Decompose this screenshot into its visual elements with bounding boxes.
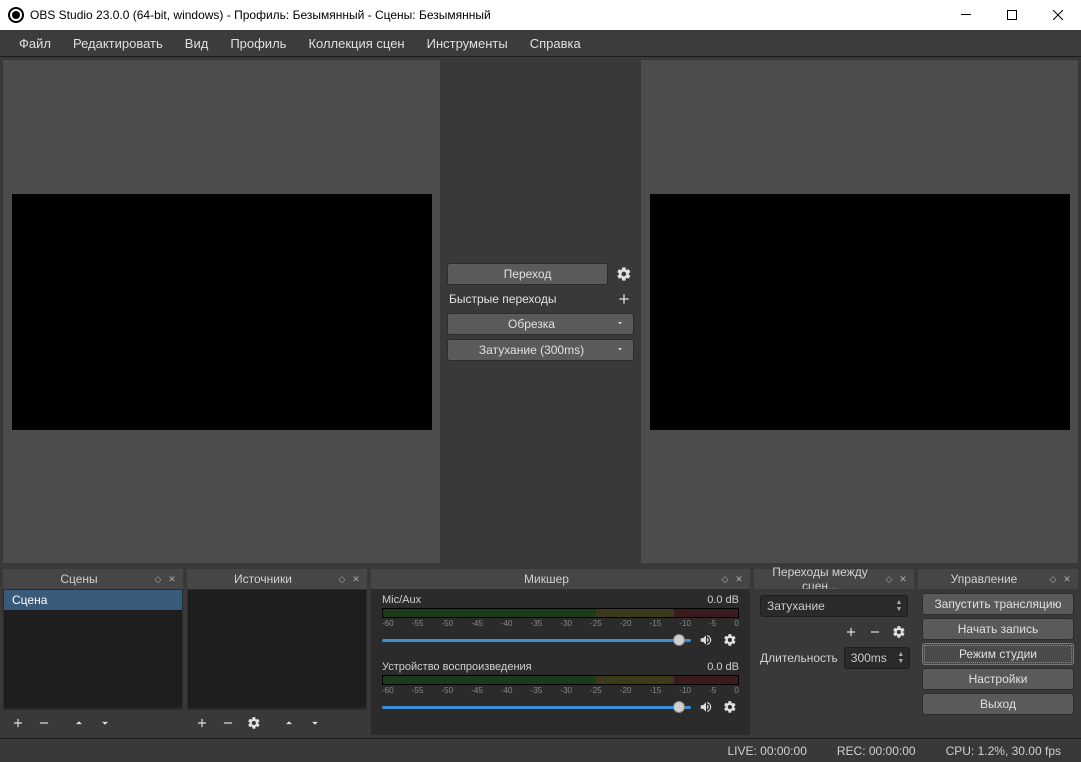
- dock-float-icon[interactable]: ◇: [335, 572, 349, 586]
- menu-item-6[interactable]: Справка: [519, 30, 592, 57]
- transition-button[interactable]: Переход: [447, 263, 608, 285]
- dock-float-icon[interactable]: ◇: [718, 572, 732, 586]
- volume-slider[interactable]: [382, 639, 691, 642]
- preview-canvas-left: [12, 194, 432, 430]
- menu-item-0[interactable]: Файл: [8, 30, 62, 57]
- controls-title: Управление: [922, 572, 1046, 586]
- transition-add-icon[interactable]: [842, 623, 860, 641]
- mixer-settings-icon[interactable]: [721, 698, 739, 716]
- dock-close-icon[interactable]: ✕: [165, 572, 179, 586]
- menu-item-2[interactable]: Вид: [174, 30, 220, 57]
- mixer-channel-db: 0.0 dB: [707, 661, 739, 673]
- status-bar: LIVE: 00:00:00 REC: 00:00:00 CPU: 1.2%, …: [0, 738, 1081, 762]
- dock-close-icon[interactable]: ✕: [896, 572, 910, 586]
- control-button-4[interactable]: Выход: [922, 693, 1074, 715]
- source-move-up-icon[interactable]: [280, 714, 298, 732]
- mixer-channel-db: 0.0 dB: [707, 594, 739, 606]
- dock-float-icon[interactable]: ◇: [1046, 572, 1060, 586]
- window-title: OBS Studio 23.0.0 (64-bit, windows) - Пр…: [30, 8, 943, 22]
- sources-title: Источники: [191, 572, 335, 586]
- scene-remove-icon[interactable]: [35, 714, 53, 732]
- mixer-settings-icon[interactable]: [721, 631, 739, 649]
- speaker-icon[interactable]: [697, 698, 715, 716]
- control-button-2[interactable]: Режим студии: [922, 643, 1074, 665]
- speaker-icon[interactable]: [697, 631, 715, 649]
- scene-item[interactable]: Сцена: [4, 590, 182, 611]
- status-live: LIVE: 00:00:00: [727, 744, 806, 758]
- scene-move-down-icon[interactable]: [96, 714, 114, 732]
- transition-settings-icon[interactable]: [614, 264, 634, 284]
- source-properties-icon[interactable]: [245, 714, 263, 732]
- close-button[interactable]: [1035, 0, 1081, 30]
- menu-item-1[interactable]: Редактировать: [62, 30, 174, 57]
- add-quick-transition-icon[interactable]: [614, 289, 634, 309]
- dock-close-icon[interactable]: ✕: [1060, 572, 1074, 586]
- menu-bar: ФайлРедактироватьВидПрофильКоллекция сце…: [0, 30, 1081, 57]
- vu-ticks: -60-55-50-45-40-35-30-25-20-15-10-50: [382, 685, 739, 695]
- preview-left[interactable]: [3, 60, 440, 563]
- main-content: Переход Быстрые переходы Обрезка Затухани…: [0, 57, 1081, 566]
- window-titlebar: OBS Studio 23.0.0 (64-bit, windows) - Пр…: [0, 0, 1081, 30]
- minimize-button[interactable]: [943, 0, 989, 30]
- sources-dock: Источники ◇ ✕: [187, 569, 367, 735]
- combo-arrows-icon: ▲▼: [891, 599, 907, 613]
- source-remove-icon[interactable]: [219, 714, 237, 732]
- vu-meter: [382, 608, 739, 618]
- preview-right[interactable]: [641, 60, 1078, 563]
- status-rec: REC: 00:00:00: [837, 744, 916, 758]
- chevron-down-icon: [615, 343, 625, 357]
- transition-select[interactable]: Затухание ▲▼: [760, 595, 908, 617]
- transition-controls: Переход Быстрые переходы Обрезка Затухани…: [443, 57, 638, 566]
- spinner-arrows-icon: ▲▼: [893, 651, 909, 665]
- quick-transition-1[interactable]: Затухание (300ms): [447, 339, 634, 361]
- mixer-dock: Микшер ◇ ✕ Mic/Aux 0.0 dB -60-55-50-45-40-…: [371, 569, 750, 735]
- mixer-body: Mic/Aux 0.0 dB -60-55-50-45-40-35-30-25-20…: [371, 589, 750, 735]
- mixer-channel-1: Устройство воспроизведения 0.0 dB -60-55-5…: [372, 657, 749, 724]
- transition-remove-icon[interactable]: [866, 623, 884, 641]
- controls-dock: Управление ◇ ✕ Запустить трансляцию Начат…: [918, 569, 1078, 735]
- duration-input[interactable]: 300ms ▲▼: [844, 647, 910, 669]
- control-button-3[interactable]: Настройки: [922, 668, 1074, 690]
- source-move-down-icon[interactable]: [306, 714, 324, 732]
- dock-close-icon[interactable]: ✕: [349, 572, 363, 586]
- dock-float-icon[interactable]: ◇: [151, 572, 165, 586]
- mixer-channel-name: Mic/Aux: [382, 594, 421, 606]
- sources-list[interactable]: [187, 589, 367, 709]
- status-cpu: CPU: 1.2%, 30.00 fps: [946, 744, 1061, 758]
- menu-item-3[interactable]: Профиль: [219, 30, 297, 57]
- chevron-down-icon: [615, 317, 625, 331]
- obs-logo-icon: [8, 7, 24, 23]
- vu-ticks: -60-55-50-45-40-35-30-25-20-15-10-50: [382, 618, 739, 628]
- mixer-channel-name: Устройство воспроизведения: [382, 661, 532, 673]
- transitions-dock: Переходы между сцен... ◇ ✕ Затухание ▲▼ …: [754, 569, 914, 735]
- dock-close-icon[interactable]: ✕: [732, 572, 746, 586]
- docks-row: Сцены ◇ ✕ Сцена Источники ◇ ✕: [0, 566, 1081, 738]
- mixer-channel-0: Mic/Aux 0.0 dB -60-55-50-45-40-35-30-25-20…: [372, 590, 749, 657]
- maximize-button[interactable]: [989, 0, 1035, 30]
- scene-move-up-icon[interactable]: [70, 714, 88, 732]
- scene-add-icon[interactable]: [9, 714, 27, 732]
- duration-label: Длительность: [760, 651, 838, 665]
- quick-transition-0[interactable]: Обрезка: [447, 313, 634, 335]
- control-button-1[interactable]: Начать запись: [922, 618, 1074, 640]
- transition-properties-icon[interactable]: [890, 623, 908, 641]
- menu-item-4[interactable]: Коллекция сцен: [297, 30, 415, 57]
- preview-canvas-right: [650, 194, 1070, 430]
- volume-slider[interactable]: [382, 706, 691, 709]
- source-add-icon[interactable]: [193, 714, 211, 732]
- control-button-0[interactable]: Запустить трансляцию: [922, 593, 1074, 615]
- menu-item-5[interactable]: Инструменты: [416, 30, 519, 57]
- scenes-dock: Сцены ◇ ✕ Сцена: [3, 569, 183, 735]
- scenes-title: Сцены: [7, 572, 151, 586]
- quick-transitions-label: Быстрые переходы: [447, 292, 608, 306]
- scenes-list[interactable]: Сцена: [3, 589, 183, 709]
- mixer-title: Микшер: [375, 572, 718, 586]
- dock-float-icon[interactable]: ◇: [882, 572, 896, 586]
- vu-meter: [382, 675, 739, 685]
